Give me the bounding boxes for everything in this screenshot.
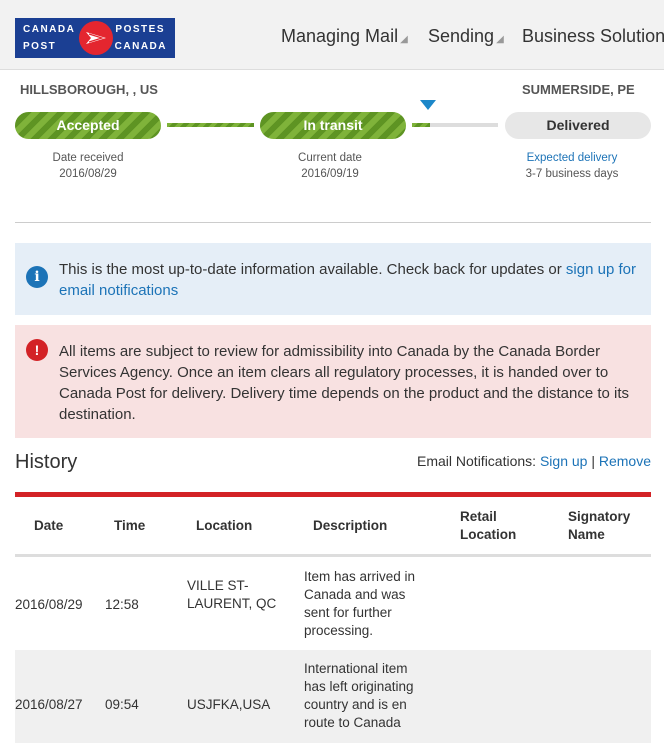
- nav-managing-mail[interactable]: Managing Mail ◢: [281, 26, 408, 47]
- exclamation-icon: !: [26, 339, 48, 361]
- history-title: History: [15, 451, 78, 473]
- origin-location: HILLSBOROUGH, , US: [20, 82, 158, 97]
- step-caption: Current date: [298, 152, 362, 164]
- chevron-down-icon: ◢: [496, 34, 504, 45]
- warning-alert: ! All items are subject to review for ad…: [15, 325, 651, 438]
- nav-label: Business Solution: [522, 26, 664, 46]
- progress-segment: [167, 123, 254, 127]
- cell-description: International item has left originating …: [304, 661, 414, 730]
- column-header-location: Location: [196, 518, 253, 533]
- progress-segment: [412, 123, 430, 127]
- email-label: Email Notifications:: [417, 453, 540, 469]
- top-navigation-bar: CANADA POST POSTES CANADA Managing Mail ◢…: [0, 0, 664, 70]
- cell-time: 09:54: [105, 697, 139, 712]
- warning-alert-text: All items are subject to review for admi…: [59, 343, 630, 423]
- cell-date: 2016/08/29: [15, 597, 83, 612]
- nav-label: Sending: [428, 26, 495, 46]
- email-notifications: Email Notifications: Sign up | Remove: [417, 453, 651, 469]
- table-row: 2016/08/27 09:54 USJFKA,USA Internationa…: [15, 650, 651, 743]
- logo-text: CANADA: [23, 24, 76, 35]
- logo-text: POSTES: [115, 24, 165, 35]
- cell-location: USJFKA,USA: [187, 697, 271, 712]
- red-divider: [15, 492, 651, 497]
- column-header-description: Description: [313, 518, 388, 533]
- step-value: 3-7 business days: [525, 168, 619, 180]
- canada-post-logo[interactable]: CANADA POST POSTES CANADA: [15, 18, 175, 58]
- remove-link[interactable]: Remove: [599, 453, 651, 469]
- chevron-down-icon: ◢: [400, 34, 408, 45]
- step-in-transit: In transit: [260, 112, 406, 139]
- step-caption: Date received: [52, 152, 124, 164]
- step-info-expected: Expected delivery 3-7 business days: [505, 150, 639, 182]
- cell-description: Item has arrived in Canada and was sent …: [304, 569, 416, 638]
- step-delivered: Delivered: [505, 112, 651, 139]
- nav-business-solutions[interactable]: Business Solution: [522, 26, 664, 47]
- cell-time: 12:58: [105, 597, 139, 612]
- signup-link[interactable]: Sign up: [540, 453, 587, 469]
- cell-location: VILLE ST-LAURENT, QC: [187, 578, 277, 611]
- step-value: 2016/09/19: [301, 168, 359, 180]
- cell-date: 2016/08/27: [15, 697, 83, 712]
- step-value: 2016/08/29: [59, 168, 117, 180]
- info-alert: i This is the most up-to-date informatio…: [15, 243, 651, 315]
- nav-sending[interactable]: Sending ◢: [428, 26, 504, 47]
- logo-text: CANADA: [114, 41, 167, 52]
- column-header-signatory-name: Signatory Name: [568, 509, 631, 542]
- step-info-current: Current date 2016/09/19: [262, 150, 398, 182]
- column-header-retail-location: Retail Location: [460, 509, 517, 542]
- column-header-time: Time: [114, 518, 146, 533]
- destination-location: SUMMERSIDE, PE: [522, 82, 635, 97]
- info-text: This is the most up-to-date information …: [59, 261, 566, 278]
- column-header-date: Date: [34, 518, 64, 533]
- nav-label: Managing Mail: [281, 26, 399, 46]
- step-info-received: Date received 2016/08/29: [20, 150, 156, 182]
- info-icon: i: [26, 266, 48, 288]
- current-position-marker-icon: [420, 100, 436, 110]
- progress-segment-remaining: [430, 123, 498, 127]
- info-alert-text: This is the most up-to-date information …: [59, 259, 637, 301]
- divider: [15, 222, 651, 223]
- step-accepted: Accepted: [15, 112, 161, 139]
- expected-delivery-link[interactable]: Expected delivery: [527, 152, 618, 164]
- table-row: 2016/08/29 12:58 VILLE ST-LAURENT, QC It…: [15, 557, 651, 650]
- logo-text: POST: [23, 41, 57, 52]
- separator: |: [587, 453, 599, 469]
- canada-post-emblem-icon: [79, 21, 113, 55]
